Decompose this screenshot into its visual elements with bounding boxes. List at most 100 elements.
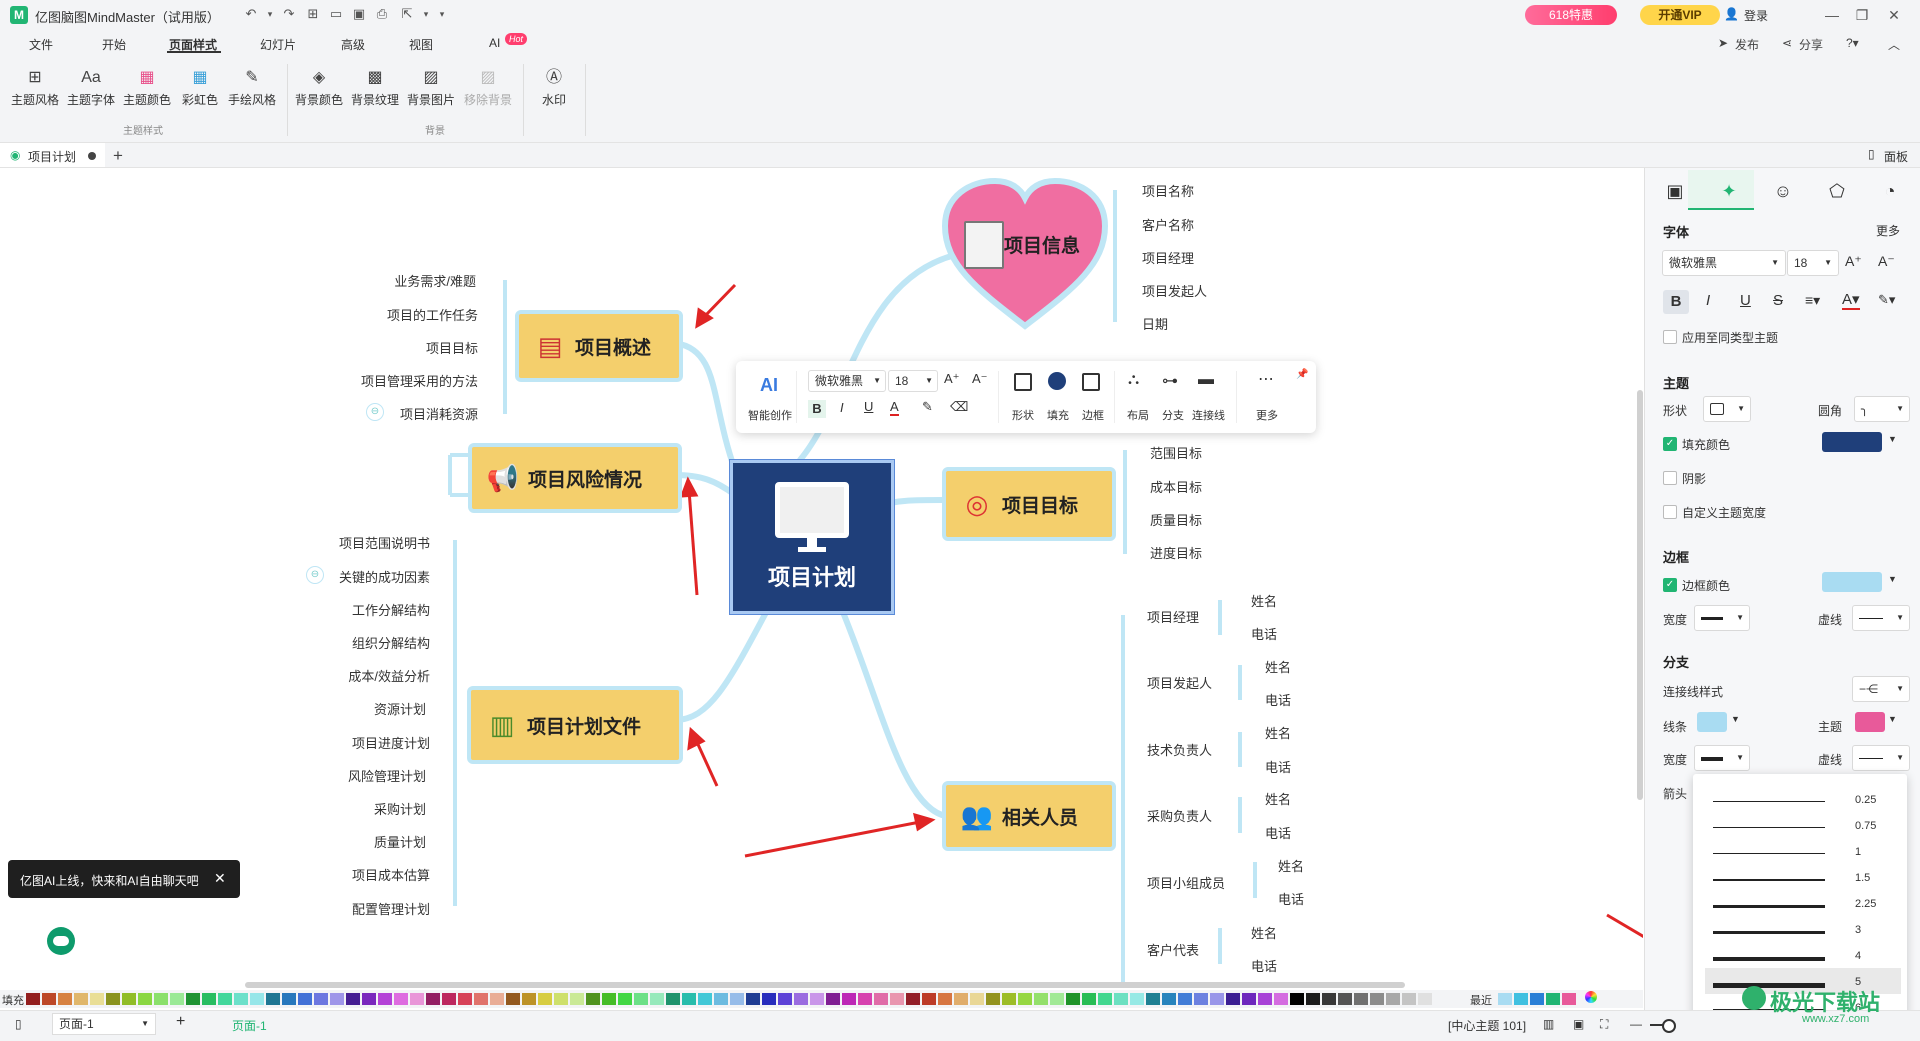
palette-swatch[interactable] <box>538 993 552 1005</box>
people-item[interactable]: 姓名 <box>1265 723 1291 742</box>
close-icon[interactable]: ✕ <box>214 870 226 887</box>
leaf-overview[interactable]: 项目消耗资源 <box>330 404 478 423</box>
ai-create-label[interactable]: 智能创作 <box>748 407 792 423</box>
palette-swatch[interactable] <box>586 993 600 1005</box>
people-item[interactable]: 电话 <box>1251 624 1277 643</box>
fill-color-checkbox[interactable]: ✓ <box>1663 437 1677 451</box>
panel-font-color-icon[interactable]: A▾ <box>1842 290 1860 310</box>
palette-swatch[interactable] <box>362 993 376 1005</box>
font-more-link[interactable]: 更多 <box>1876 222 1900 239</box>
palette-swatch[interactable] <box>298 993 312 1005</box>
leaf-doc[interactable]: 质量计划 <box>300 832 426 851</box>
minimize-icon[interactable]: — <box>1822 6 1842 24</box>
leaf-doc[interactable]: 关键的成功因素 <box>300 567 430 586</box>
palette-swatch[interactable] <box>778 993 792 1005</box>
leaf-doc[interactable]: 项目成本估算 <box>300 865 430 884</box>
palette-swatch[interactable] <box>1002 993 1016 1005</box>
people-item[interactable]: 电话 <box>1251 956 1277 975</box>
palette-swatch[interactable] <box>394 993 408 1005</box>
palette-swatch[interactable] <box>554 993 568 1005</box>
leaf-overview[interactable]: 项目目标 <box>330 338 478 357</box>
palette-swatch[interactable] <box>746 993 760 1005</box>
leaf-doc[interactable]: 工作分解结构 <box>300 600 430 619</box>
people-role[interactable]: 项目小组成员 <box>1147 873 1225 892</box>
vip-button[interactable]: 开通VIP <box>1640 5 1720 25</box>
chevron-down-icon[interactable]: ▼ <box>1731 714 1740 724</box>
risk-topic[interactable]: 📢 项目风险情况 <box>468 443 682 513</box>
border-dash-select[interactable]: ▼ <box>1852 605 1910 631</box>
people-role[interactable]: 采购负责人 <box>1147 806 1212 825</box>
zoom-slider-handle[interactable] <box>1662 1019 1676 1033</box>
recent-color-swatch[interactable] <box>1562 993 1576 1005</box>
palette-swatch[interactable] <box>1162 993 1176 1005</box>
more-icon[interactable]: ⋯ <box>1258 369 1274 389</box>
palette-swatch[interactable] <box>378 993 392 1005</box>
palette-swatch[interactable] <box>1370 993 1384 1005</box>
font-shrink-icon[interactable]: A⁻ <box>972 371 988 387</box>
vertical-scrollbar[interactable] <box>1637 390 1643 800</box>
page-select[interactable]: 页面-1 ▼ <box>52 1013 156 1035</box>
ai-create-icon[interactable]: AI <box>760 375 778 396</box>
palette-swatch[interactable] <box>410 993 424 1005</box>
width-option[interactable]: 4 <box>1713 947 1903 967</box>
history-tab-icon[interactable]: ◔ <box>1871 176 1909 206</box>
leaf-doc[interactable]: 资源计划 <box>300 699 426 718</box>
palette-swatch[interactable] <box>58 993 72 1005</box>
palette-swatch[interactable] <box>1418 993 1432 1005</box>
palette-swatch[interactable] <box>266 993 280 1005</box>
people-item[interactable]: 姓名 <box>1265 657 1291 676</box>
leaf-overview[interactable]: 项目管理采用的方法 <box>330 371 478 390</box>
palette-swatch[interactable] <box>154 993 168 1005</box>
zoom-out-icon[interactable]: — <box>1630 1017 1642 1031</box>
width-option[interactable]: 0.25 <box>1713 791 1903 811</box>
leaf-info[interactable]: 项目发起人 <box>1142 281 1207 300</box>
panel-highlight-icon[interactable]: ✎▾ <box>1878 292 1895 308</box>
palette-swatch[interactable] <box>954 993 968 1005</box>
goal-topic[interactable]: ◎ 项目目标 <box>942 467 1116 541</box>
leaf-doc[interactable]: 风险管理计划 <box>300 766 426 785</box>
palette-swatch[interactable] <box>618 993 632 1005</box>
people-role[interactable]: 技术负责人 <box>1147 740 1212 759</box>
palette-swatch[interactable] <box>1194 993 1208 1005</box>
palette-swatch[interactable] <box>282 993 296 1005</box>
palette-swatch[interactable] <box>1402 993 1416 1005</box>
branch-width-select[interactable]: ▼ <box>1694 745 1750 771</box>
clipart-tab-icon[interactable]: ⬠ <box>1818 176 1856 206</box>
fullscreen-icon[interactable]: ⛶ <box>1600 1017 1608 1032</box>
palette-swatch[interactable] <box>490 993 504 1005</box>
palette-swatch[interactable] <box>650 993 664 1005</box>
palette-swatch[interactable] <box>1178 993 1192 1005</box>
palette-swatch[interactable] <box>42 993 56 1005</box>
border-color-swatch[interactable] <box>1822 572 1882 592</box>
border-width-select[interactable]: ▼ <box>1694 605 1750 631</box>
palette-swatch[interactable] <box>458 993 472 1005</box>
palette-swatch[interactable] <box>138 993 152 1005</box>
fit-page-icon[interactable]: ▣ <box>1573 1017 1584 1031</box>
line-color-swatch[interactable] <box>1697 712 1727 732</box>
panel-bold-icon[interactable]: B <box>1663 290 1689 314</box>
palette-swatch[interactable] <box>442 993 456 1005</box>
panel-toggle-button[interactable]: 面板 <box>1884 148 1908 165</box>
horizontal-scrollbar[interactable] <box>245 982 1405 988</box>
leaf-goal[interactable]: 质量目标 <box>1150 510 1202 529</box>
leaf-info[interactable]: 日期 <box>1142 314 1168 333</box>
palette-swatch[interactable] <box>1338 993 1352 1005</box>
palette-swatch[interactable] <box>1226 993 1240 1005</box>
palette-swatch[interactable] <box>890 993 904 1005</box>
chevron-down-icon[interactable]: ▼ <box>1888 574 1897 584</box>
palette-swatch[interactable] <box>1258 993 1272 1005</box>
ai-assistant-icon[interactable] <box>47 927 75 955</box>
palette-swatch[interactable] <box>26 993 40 1005</box>
underline-icon[interactable]: U <box>864 399 873 414</box>
palette-swatch[interactable] <box>346 993 360 1005</box>
palette-swatch[interactable] <box>74 993 88 1005</box>
palette-swatch[interactable] <box>666 993 680 1005</box>
palette-swatch[interactable] <box>474 993 488 1005</box>
palette-swatch[interactable] <box>922 993 936 1005</box>
panel-italic-icon[interactable]: I <box>1706 292 1710 309</box>
corner-select[interactable]: ╮ ▼ <box>1854 396 1910 422</box>
border-icon[interactable] <box>1082 373 1100 391</box>
palette-swatch[interactable] <box>1050 993 1064 1005</box>
leaf-goal[interactable]: 进度目标 <box>1150 543 1202 562</box>
palette-swatch[interactable] <box>906 993 920 1005</box>
